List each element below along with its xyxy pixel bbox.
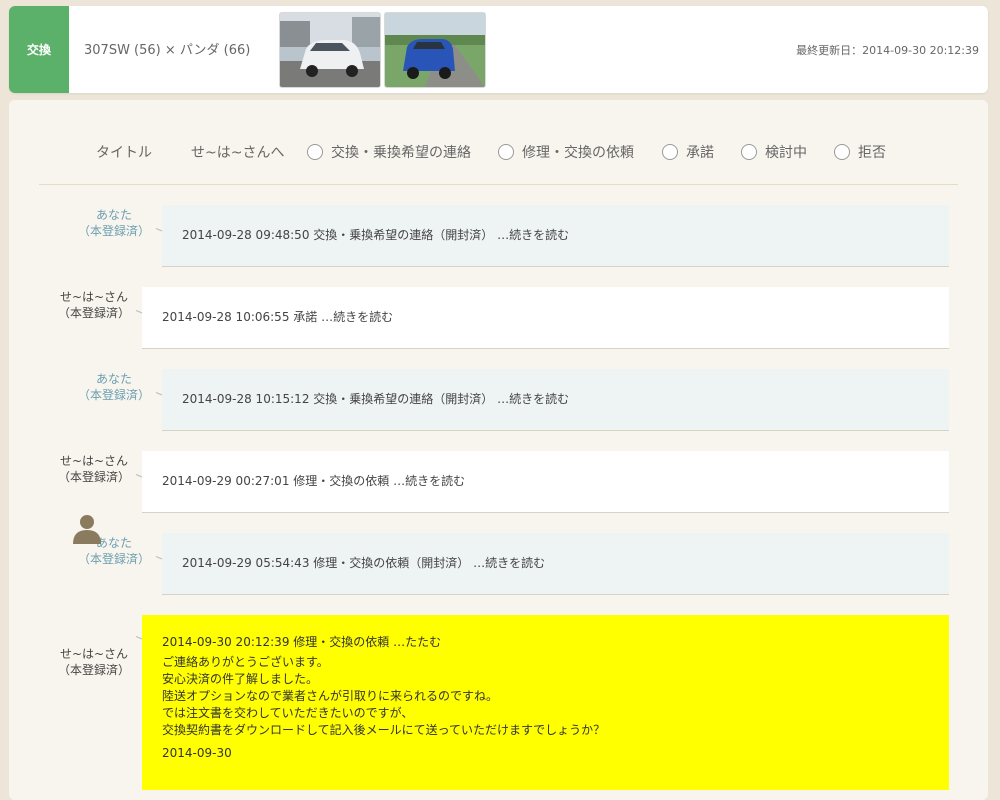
radio-circle[interactable]: [662, 144, 678, 160]
radio-circle[interactable]: [498, 144, 514, 160]
message-date: 2014-09-30: [162, 746, 232, 760]
message-item[interactable]: 2014-09-28 09:48:50 交換・乗換希望の連絡（開封済） …続きを…: [162, 205, 949, 267]
sender-other: せ~は~さん （本登録済）: [57, 454, 130, 484]
recipient-label: せ~は~さんへ: [191, 145, 285, 161]
message-body: 2014-09-30 20:12:39 修理・交換の依頼 …たたむ ご連絡ありが…: [162, 634, 606, 760]
title-label: タイトル: [96, 145, 152, 161]
message-item[interactable]: 2014-09-28 10:15:12 交換・乗換希望の連絡（開封済） …続きを…: [162, 369, 949, 431]
sender-other: せ~は~さん （本登録済）: [57, 290, 130, 320]
divider: [39, 184, 958, 185]
last-updated: 最終更新日：2014-09-30 20:12:39: [796, 44, 979, 57]
message-item[interactable]: 2014-09-29 05:54:43 修理・交換の依頼（開封済） …続きを読む: [162, 533, 949, 595]
radio-considering[interactable]: 検討中: [741, 142, 807, 162]
message-item-expanded[interactable]: 2014-09-30 20:12:39 修理・交換の依頼 …たたむ ご連絡ありが…: [142, 615, 949, 790]
radio-reject[interactable]: 拒否: [834, 142, 886, 162]
message-item[interactable]: 2014-09-28 10:06:55 承諾 …続きを読む: [142, 287, 949, 349]
message-header[interactable]: 2014-09-30 20:12:39 修理・交換の依頼 …たたむ: [162, 634, 605, 651]
radio-repair-request[interactable]: 修理・交換の依頼: [498, 142, 634, 162]
car-photo-307sw[interactable]: [279, 12, 381, 88]
sender-other: せ~は~さん （本登録済）: [57, 647, 130, 677]
radio-exchange-request[interactable]: 交換・乗換希望の連絡: [307, 142, 471, 162]
radio-circle[interactable]: [834, 144, 850, 160]
sender-you: あなた （本登録済）: [77, 208, 150, 238]
message-item[interactable]: 2014-09-29 00:27:01 修理・交換の依頼 …続きを読む: [142, 451, 949, 513]
radio-accept[interactable]: 承諾: [662, 142, 714, 162]
user-avatar-icon: [71, 512, 103, 544]
listing-title: 307SW (56) × パンダ (66): [84, 43, 251, 58]
car-photo-panda[interactable]: [384, 12, 486, 88]
exchange-badge: 交換: [9, 6, 69, 93]
sender-you: あなた （本登録済）: [77, 372, 150, 402]
listing-header: 交換 307SW (56) × パンダ (66) 最終更新日：2014-09-3…: [9, 6, 988, 93]
message-filter-row: タイトル せ~は~さんへ 交換・乗換希望の連絡 修理・交換の依頼 承諾 検討中 …: [39, 142, 958, 162]
radio-circle[interactable]: [741, 144, 757, 160]
radio-circle[interactable]: [307, 144, 323, 160]
